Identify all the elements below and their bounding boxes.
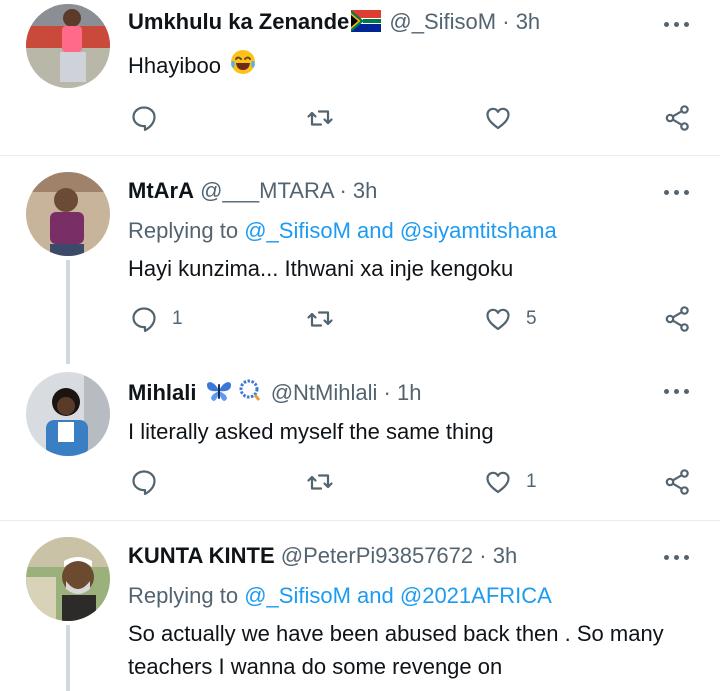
handle[interactable]: @PeterPi93857672: [281, 543, 473, 568]
mention-link[interactable]: @_SifisoM: [244, 583, 351, 608]
mention-link[interactable]: @2021AFRICA: [400, 583, 552, 608]
tweet-text: Hayi kunzima... Ithwani xa inje kengoku: [128, 256, 514, 281]
timestamp[interactable]: 1h: [397, 380, 421, 405]
thread-line: [66, 625, 70, 691]
replying-to: Replying to @_SifisoM and @siyamtitshana: [128, 218, 557, 244]
replying-prefix: Replying to: [128, 218, 239, 243]
display-name[interactable]: MtArA: [128, 178, 194, 203]
tweet-1[interactable]: Umkhulu ka Zenande @_SifisoM · 3h Hhayib…: [0, 0, 720, 155]
retweet-button[interactable]: [306, 305, 334, 333]
share-button[interactable]: [664, 104, 692, 132]
more-options-icon[interactable]: [664, 19, 694, 31]
share-icon: [664, 305, 692, 333]
display-name[interactable]: KUNTA KINTE: [128, 543, 275, 568]
display-name[interactable]: Umkhulu ka Zenande: [128, 9, 349, 34]
like-count: 1: [526, 471, 537, 492]
like-icon: [484, 104, 512, 132]
tweet-header: KUNTA KINTE @PeterPi93857672 · 3h: [128, 543, 517, 569]
mention-link[interactable]: @siyamtitshana: [400, 218, 557, 243]
like-button[interactable]: [484, 104, 512, 132]
tweet-header: Mihlali @NtMihlali · 1h: [128, 377, 421, 409]
handle[interactable]: @___MTARA: [200, 178, 333, 203]
reply-icon: [130, 104, 158, 132]
handle[interactable]: @NtMihlali: [271, 380, 378, 405]
avatar[interactable]: [26, 172, 110, 256]
more-options-icon[interactable]: [664, 552, 694, 564]
replying-prefix: Replying to: [128, 583, 239, 608]
avatar[interactable]: [26, 537, 110, 621]
more-options-icon[interactable]: [664, 187, 694, 199]
timestamp[interactable]: 3h: [353, 178, 377, 203]
timestamp[interactable]: 3h: [493, 543, 517, 568]
retweet-icon: [306, 468, 334, 496]
like-icon: [484, 468, 512, 496]
share-icon: [664, 468, 692, 496]
reply-button[interactable]: 1: [130, 305, 183, 333]
south-africa-flag-icon: [351, 10, 382, 38]
like-count: 5: [526, 308, 537, 329]
timestamp[interactable]: 3h: [516, 9, 540, 34]
reply-count: 1: [172, 308, 183, 329]
separator-dot: ·: [502, 9, 510, 34]
reply-icon: [130, 305, 158, 333]
prayer-beads-icon: [237, 377, 263, 409]
tweet-4[interactable]: KUNTA KINTE @PeterPi93857672 · 3h Replyi…: [0, 521, 720, 691]
reply-button[interactable]: [130, 468, 158, 496]
butterfly-icon: [205, 379, 233, 409]
like-icon: [484, 305, 512, 333]
separator-dot: ·: [339, 178, 347, 203]
reply-icon: [130, 468, 158, 496]
retweet-button[interactable]: [306, 104, 334, 132]
tweet-text: So actually we have been abused back the…: [128, 621, 664, 679]
mention-link[interactable]: @_SifisoM: [244, 218, 351, 243]
tweet-header: Umkhulu ka Zenande @_SifisoM · 3h: [128, 9, 540, 38]
replying-to: Replying to @_SifisoM and @2021AFRICA: [128, 583, 552, 609]
display-name[interactable]: Mihlali: [128, 380, 196, 405]
reply-button[interactable]: [130, 104, 158, 132]
tweet-2[interactable]: MtArA @___MTARA · 3h Replying to @_Sifis…: [0, 156, 720, 364]
avatar[interactable]: [26, 4, 110, 88]
handle[interactable]: @_SifisoM: [389, 9, 496, 34]
retweet-icon: [306, 104, 334, 132]
tweet-3[interactable]: Mihlali @NtMihlali · 1h I literally aske…: [0, 364, 720, 520]
tweet-text: Hhayiboo: [128, 48, 688, 85]
retweet-icon: [306, 305, 334, 333]
like-button[interactable]: 5: [484, 305, 537, 333]
more-options-icon[interactable]: [664, 386, 694, 398]
avatar[interactable]: [26, 372, 110, 456]
replying-and: and: [357, 218, 394, 243]
thread-line: [66, 260, 70, 364]
separator-dot: ·: [383, 380, 391, 405]
tweet-header: MtArA @___MTARA · 3h: [128, 178, 377, 204]
tweet-text-content: Hhayiboo: [128, 53, 221, 78]
tweet-text: I literally asked myself the same thing: [128, 419, 494, 444]
tears-of-joy-icon: [229, 48, 257, 85]
retweet-button[interactable]: [306, 468, 334, 496]
share-button[interactable]: [664, 305, 692, 333]
share-button[interactable]: [664, 468, 692, 496]
share-icon: [664, 104, 692, 132]
like-button[interactable]: 1: [484, 468, 537, 496]
separator-dot: ·: [479, 543, 487, 568]
replying-and: and: [357, 583, 394, 608]
